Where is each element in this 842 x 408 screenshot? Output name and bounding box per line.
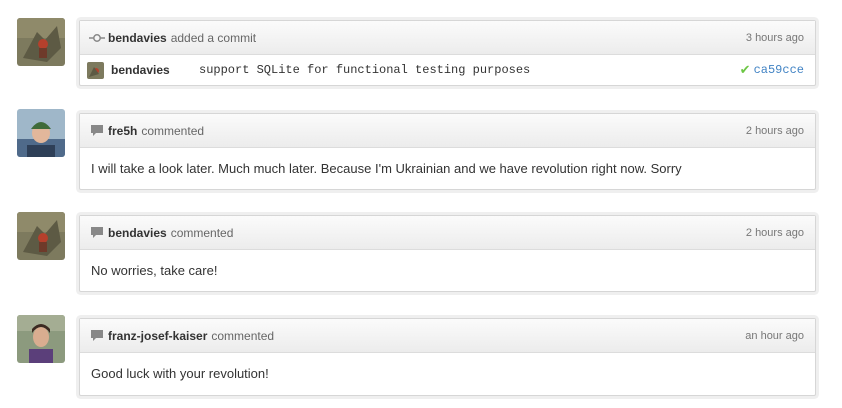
commit-message[interactable]: support SQLite for functional testing pu… [199,63,530,77]
comment-author[interactable]: fre5h [108,124,137,138]
avatar-fre5h[interactable] [17,109,65,157]
comment-body: No worries, take care! [91,263,218,278]
comment-card-header: fre5h commented 2 hours ago [80,114,815,148]
comment-icon [88,226,106,240]
commit-sha-link[interactable]: ✔ ca59cce [740,62,804,78]
comment-time[interactable]: an hour ago [745,330,804,342]
commit-icon [88,31,106,45]
commit-author-avatar [87,61,104,79]
event-action: added a commit [170,30,257,45]
comment-time[interactable]: 2 hours ago [746,125,804,137]
comment-card: fre5h commented 2 hours ago I will take … [79,113,816,190]
avatar-bendavies[interactable] [17,212,65,260]
comment-body: I will take a look later. Much much late… [91,161,682,176]
commit-author[interactable]: bendavies [111,63,199,77]
avatar-franz-josef-kaiser[interactable] [17,315,65,363]
comment-author[interactable]: franz-josef-kaiser [108,329,207,343]
comment-author[interactable]: bendavies [108,226,167,240]
comment-action: commented [141,123,205,138]
check-icon: ✔ [739,62,751,77]
comment-card: franz-josef-kaiser commented an hour ago… [79,318,816,396]
comment-body: Good luck with your revolution! [91,366,269,381]
commit-sha[interactable]: ca59cce [754,63,804,77]
commit-card: bendavies added a commit 3 hours ago ben… [79,20,816,86]
event-actor[interactable]: bendavies [108,31,167,45]
comment-action: commented [211,328,275,343]
comment-card-header: franz-josef-kaiser commented an hour ago [80,319,815,353]
comment-icon [88,124,106,138]
commit-row: bendavies support SQLite for functional … [80,55,815,85]
comment-icon [88,329,106,343]
avatar-bendavies[interactable] [17,18,65,66]
comment-card: bendavies commented 2 hours ago No worri… [79,215,816,292]
commit-card-header: bendavies added a commit 3 hours ago [80,21,815,55]
comment-time[interactable]: 2 hours ago [746,227,804,239]
event-time[interactable]: 3 hours ago [746,32,804,44]
comment-action: commented [170,225,234,240]
comment-card-header: bendavies commented 2 hours ago [80,216,815,250]
